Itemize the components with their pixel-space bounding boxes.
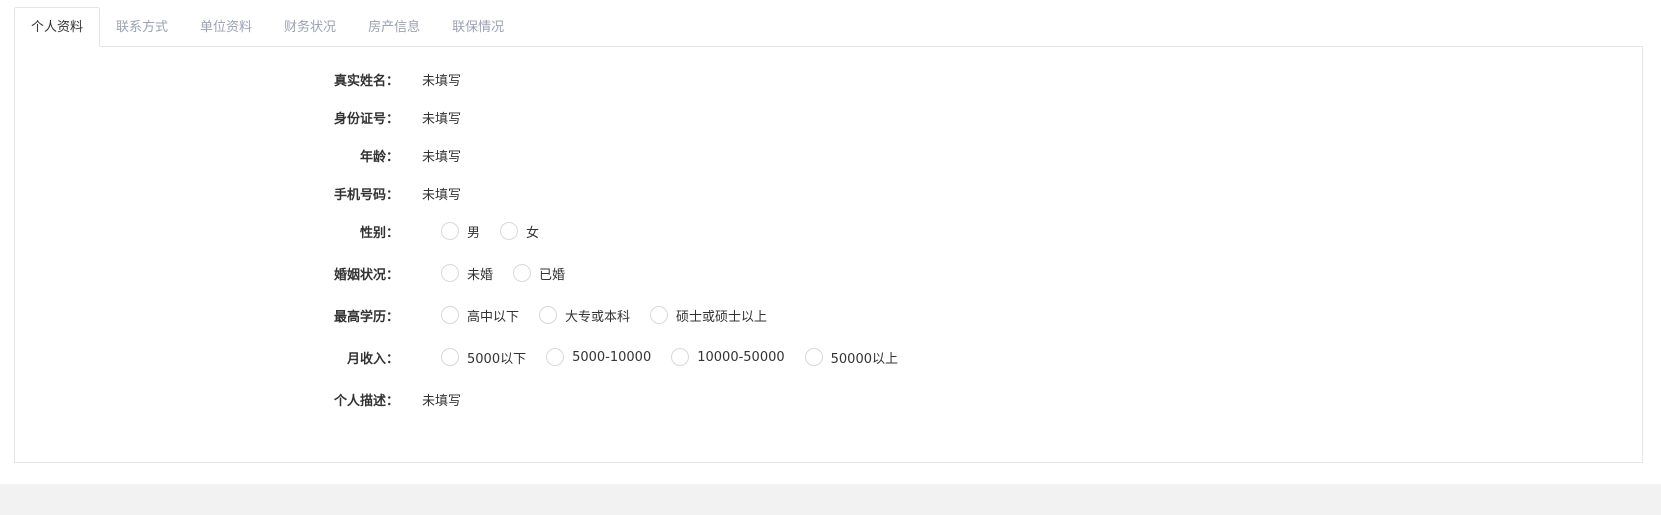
radio-circle-icon[interactable] — [650, 306, 669, 324]
income-option-over-50000[interactable]: 50000以上 — [804, 348, 898, 367]
age-value: 未填写 — [422, 149, 462, 165]
age-label: 年龄： — [359, 149, 399, 165]
radio-circle-icon[interactable] — [546, 348, 565, 366]
tab-contact[interactable]: 联系方式 — [100, 8, 184, 47]
marital-row: 婚姻状况： 未婚 已婚 — [15, 261, 1642, 285]
footer-band — [0, 484, 1661, 515]
radio-circle-icon[interactable] — [441, 306, 459, 324]
tab-panel: 真实姓名： 未填写 身份证号： 未填写 年龄： 未填写 手机号码： 未填写 性别… — [14, 46, 1643, 463]
marital-option-single[interactable]: 未婚 — [441, 264, 493, 283]
phone-label: 手机号码： — [333, 187, 399, 203]
radio-circle-icon[interactable] — [671, 348, 690, 366]
tab-personal-info[interactable]: 个人资料 — [14, 7, 101, 47]
description-label: 个人描述： — [333, 393, 399, 409]
real-name-row: 真实姓名： 未填写 — [15, 67, 1642, 91]
radio-label: 男 — [467, 225, 481, 241]
id-number-row: 身份证号： 未填写 — [15, 105, 1642, 129]
phone-value: 未填写 — [422, 187, 462, 203]
marital-label: 婚姻状况： — [333, 267, 399, 283]
education-row: 最高学历： 高中以下 大专或本科 硕士或硕士以上 — [15, 303, 1642, 327]
education-option-highschool[interactable]: 高中以下 — [441, 306, 519, 325]
income-option-under-5000[interactable]: 5000以下 — [441, 348, 526, 367]
phone-row: 手机号码： 未填写 — [15, 181, 1642, 205]
income-row: 月收入： 5000以下 5000-10000 10000-50000 50000… — [15, 345, 1642, 369]
id-number-label: 身份证号： — [333, 111, 399, 127]
radio-circle-icon[interactable] — [804, 348, 823, 366]
radio-label: 已婚 — [539, 267, 566, 283]
radio-label: 50000以上 — [830, 351, 898, 367]
gender-radio-group: 男 女 — [441, 222, 559, 241]
radio-label: 未婚 — [467, 267, 494, 283]
income-label: 月收入： — [346, 351, 399, 367]
description-value: 未填写 — [422, 393, 462, 409]
radio-label: 高中以下 — [467, 309, 520, 325]
radio-circle-icon[interactable] — [441, 348, 459, 366]
radio-circle-icon[interactable] — [500, 222, 519, 240]
marital-option-married[interactable]: 已婚 — [513, 264, 565, 283]
tab-guarantee[interactable]: 联保情况 — [436, 8, 520, 47]
radio-label: 10000-50000 — [697, 349, 785, 365]
radio-circle-icon[interactable] — [441, 264, 459, 282]
tab-finance[interactable]: 财务状况 — [268, 8, 352, 47]
profile-page: 个人资料 联系方式 单位资料 财务状况 房产信息 联保情况 真实姓名： 未填写 … — [0, 0, 1661, 515]
income-option-5000-10000[interactable]: 5000-10000 — [546, 348, 651, 366]
radio-label: 大专或本科 — [565, 309, 631, 325]
radio-circle-icon[interactable] — [441, 222, 459, 240]
income-option-10000-50000[interactable]: 10000-50000 — [671, 348, 785, 366]
radio-circle-icon[interactable] — [539, 306, 558, 324]
tab-property[interactable]: 房产信息 — [352, 8, 436, 47]
education-radio-group: 高中以下 大专或本科 硕士或硕士以上 — [441, 306, 787, 325]
description-row: 个人描述： 未填写 — [15, 387, 1642, 411]
tab-bar: 个人资料 联系方式 单位资料 财务状况 房产信息 联保情况 — [14, 7, 520, 47]
education-option-college[interactable]: 大专或本科 — [539, 306, 630, 325]
gender-row: 性别： 男 女 — [15, 219, 1642, 243]
marital-radio-group: 未婚 已婚 — [441, 264, 585, 283]
gender-option-female[interactable]: 女 — [500, 222, 539, 241]
income-radio-group: 5000以下 5000-10000 10000-50000 50000以上 — [441, 348, 918, 367]
real-name-value: 未填写 — [422, 73, 462, 89]
radio-label: 硕士或硕士以上 — [676, 309, 768, 325]
gender-option-male[interactable]: 男 — [441, 222, 480, 241]
radio-label: 5000以下 — [467, 351, 527, 367]
radio-circle-icon[interactable] — [513, 264, 532, 282]
tab-employer[interactable]: 单位资料 — [184, 8, 268, 47]
radio-label: 5000-10000 — [572, 349, 652, 365]
education-label: 最高学历： — [333, 309, 399, 325]
id-number-value: 未填写 — [422, 111, 462, 127]
age-row: 年龄： 未填写 — [15, 143, 1642, 167]
education-option-master[interactable]: 硕士或硕士以上 — [650, 306, 767, 325]
radio-label: 女 — [526, 225, 540, 241]
real-name-label: 真实姓名： — [333, 73, 399, 89]
gender-label: 性别： — [359, 225, 399, 241]
